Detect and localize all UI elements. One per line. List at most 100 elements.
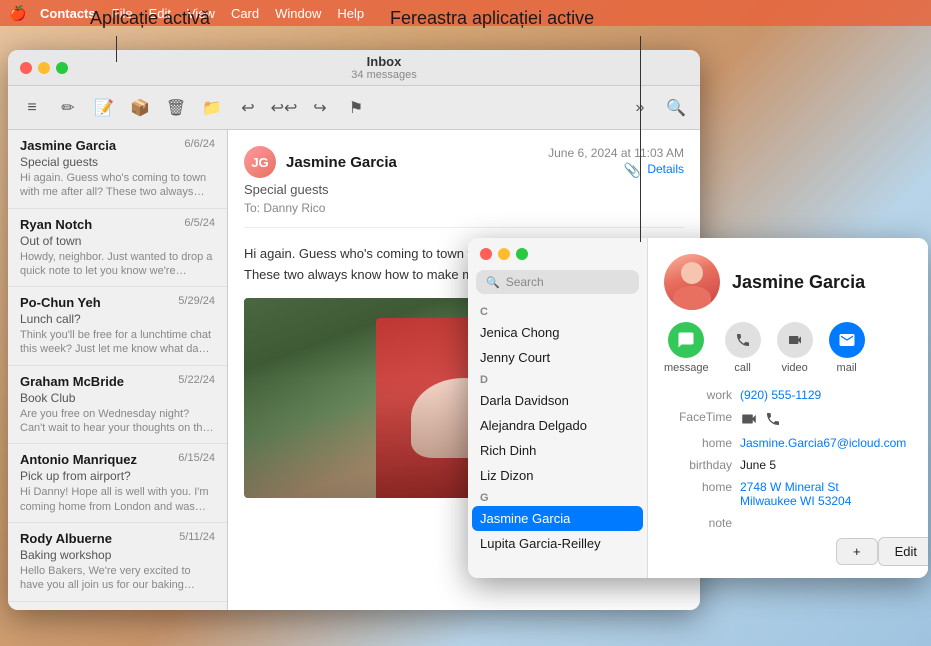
reply-all-icon[interactable]: ↩↩ bbox=[272, 96, 296, 120]
field-facetime-value[interactable] bbox=[740, 410, 912, 428]
inbox-title: Inbox bbox=[367, 54, 402, 69]
new-message-icon[interactable]: 📝 bbox=[92, 96, 116, 120]
sender-avatar: JG bbox=[244, 146, 276, 178]
call-icon bbox=[725, 322, 761, 358]
contacts-traffic-lights bbox=[468, 238, 647, 270]
menubar: 🍎 Contacts File Edit View Card Window He… bbox=[0, 0, 931, 26]
field-home-email: home Jasmine.Garcia67@icloud.com bbox=[664, 436, 912, 450]
inbox-subtitle: 34 messages bbox=[351, 69, 416, 81]
field-note: note bbox=[664, 516, 912, 530]
contacts-minimize-button[interactable] bbox=[498, 248, 510, 260]
contact-jasmine-garcia[interactable]: Jasmine Garcia bbox=[472, 506, 643, 531]
group-label-c: C bbox=[468, 302, 647, 320]
field-birthday-value: June 5 bbox=[740, 458, 912, 472]
mail-item-antonio[interactable]: Antonio Manriquez 6/15/24 Pick up from a… bbox=[8, 444, 227, 523]
mail-sidebar: Jasmine Garcia 6/6/24 Special guests Hi … bbox=[8, 130, 228, 610]
contact-jenny-court[interactable]: Jenny Court bbox=[468, 345, 647, 370]
field-facetime-label: FaceTime bbox=[664, 410, 732, 428]
field-home-address: home 2748 W Mineral St Milwaukee WI 5320… bbox=[664, 480, 912, 508]
contact-liz-dizon[interactable]: Liz Dizon bbox=[468, 463, 647, 488]
mail-titlebar: Inbox 34 messages bbox=[8, 50, 700, 86]
menu-help[interactable]: Help bbox=[329, 4, 372, 23]
menu-edit[interactable]: Edit bbox=[141, 4, 179, 23]
action-mail-label: mail bbox=[837, 362, 857, 374]
field-home-email-value[interactable]: Jasmine.Garcia67@icloud.com bbox=[740, 436, 912, 450]
folder-icon[interactable]: 📁 bbox=[200, 96, 224, 120]
mail-item-rody[interactable]: Rody Albuerne 5/11/24 Baking workshop He… bbox=[8, 523, 227, 602]
compose-icon[interactable]: ✏ bbox=[56, 96, 80, 120]
action-mail-btn[interactable]: mail bbox=[829, 322, 865, 374]
mail-item-jasmine[interactable]: Jasmine Garcia 6/6/24 Special guests Hi … bbox=[8, 130, 227, 209]
open-message-sender: Jasmine Garcia bbox=[286, 154, 397, 171]
archive-icon[interactable]: 📦 bbox=[128, 96, 152, 120]
field-home-address-value[interactable]: 2748 W Mineral St Milwaukee WI 53204 bbox=[740, 480, 912, 508]
flag-icon[interactable]: ⚑ bbox=[344, 96, 368, 120]
group-label-d: D bbox=[468, 370, 647, 388]
mail-item-pochun[interactable]: Po-Chun Yeh 5/29/24 Lunch call? Think yo… bbox=[8, 287, 227, 366]
mail-item-ryan[interactable]: Ryan Notch 6/5/24 Out of town Howdy, nei… bbox=[8, 209, 227, 288]
add-field-button[interactable]: + bbox=[836, 538, 878, 565]
more-icon[interactable]: » bbox=[628, 96, 652, 120]
contacts-window: 🔍 Search C Jenica Chong Jenny Court D Da… bbox=[468, 238, 928, 578]
search-placeholder: Search bbox=[506, 275, 544, 289]
group-label-g: G bbox=[468, 488, 647, 506]
mail-toolbar: ≡ ✏ 📝 📦 🗑 📁 ↩ ↩↩ ↪ ⚑ » 🔍 bbox=[8, 86, 700, 130]
video-icon bbox=[777, 322, 813, 358]
search-icon: 🔍 bbox=[486, 276, 500, 289]
contact-rich-dinh[interactable]: Rich Dinh bbox=[468, 438, 647, 463]
field-home-address-label: home bbox=[664, 480, 732, 508]
details-link[interactable]: Details bbox=[647, 162, 684, 179]
action-message-btn[interactable]: message bbox=[664, 322, 709, 374]
field-work-value[interactable]: (920) 555-1129 bbox=[740, 388, 912, 402]
field-facetime: FaceTime bbox=[664, 410, 912, 428]
contacts-search-bar[interactable]: 🔍 Search bbox=[476, 270, 639, 294]
action-video-label: video bbox=[781, 362, 807, 374]
mail-icon bbox=[829, 322, 865, 358]
message-icon bbox=[668, 322, 704, 358]
contact-avatar bbox=[664, 254, 720, 310]
contact-name: Jasmine Garcia bbox=[732, 272, 865, 293]
trash-icon[interactable]: 🗑 bbox=[164, 96, 188, 120]
action-call-label: call bbox=[734, 362, 751, 374]
minimize-button[interactable] bbox=[38, 62, 50, 74]
contacts-maximize-button[interactable] bbox=[516, 248, 528, 260]
contacts-list-panel: 🔍 Search C Jenica Chong Jenny Court D Da… bbox=[468, 238, 648, 578]
sidebar-toggle-icon[interactable]: ≡ bbox=[20, 96, 44, 120]
mail-content-header: JG Jasmine Garcia Special guests To: Dan… bbox=[244, 146, 684, 228]
mail-item-fleur[interactable]: Fleur Lasseur 5/10/24 Soccer jerseys Are… bbox=[8, 602, 227, 610]
field-home-email-label: home bbox=[664, 436, 732, 450]
edit-contact-button[interactable]: Edit bbox=[878, 537, 928, 566]
forward-icon[interactable]: ↪ bbox=[308, 96, 332, 120]
contact-detail-header: Jasmine Garcia bbox=[664, 254, 912, 310]
menu-card[interactable]: Card bbox=[223, 4, 267, 23]
attachment-icon: 📎 bbox=[624, 162, 641, 179]
menu-view[interactable]: View bbox=[179, 4, 223, 23]
field-note-label: note bbox=[664, 516, 732, 530]
contact-detail-panel: Jasmine Garcia message call video bbox=[648, 238, 928, 578]
contact-alejandra-delgado[interactable]: Alejandra Delgado bbox=[468, 413, 647, 438]
contact-jenica-chong[interactable]: Jenica Chong bbox=[468, 320, 647, 345]
field-birthday-label: birthday bbox=[664, 458, 732, 472]
close-button[interactable] bbox=[20, 62, 32, 74]
field-birthday: birthday June 5 bbox=[664, 458, 912, 472]
contact-lupita-garcia[interactable]: Lupita Garcia-Reilley bbox=[468, 531, 647, 556]
menu-file[interactable]: File bbox=[104, 4, 141, 23]
mail-item-graham[interactable]: Graham McBride 5/22/24 Book Club Are you… bbox=[8, 366, 227, 445]
contact-actions: message call video mail bbox=[664, 322, 912, 374]
traffic-lights bbox=[20, 62, 68, 74]
field-work: work (920) 555-1129 bbox=[664, 388, 912, 402]
menu-window[interactable]: Window bbox=[267, 4, 329, 23]
open-message-date: June 6, 2024 at 11:03 AM bbox=[548, 146, 684, 160]
search-icon[interactable]: 🔍 bbox=[664, 96, 688, 120]
action-message-label: message bbox=[664, 362, 709, 374]
action-video-btn[interactable]: video bbox=[777, 322, 813, 374]
apple-menu[interactable]: 🍎 bbox=[8, 3, 28, 23]
action-call-btn[interactable]: call bbox=[725, 322, 761, 374]
contacts-close-button[interactable] bbox=[480, 248, 492, 260]
contact-footer: + Edit bbox=[836, 537, 916, 566]
reply-icon[interactable]: ↩ bbox=[236, 96, 260, 120]
contact-darla-davidson[interactable]: Darla Davidson bbox=[468, 388, 647, 413]
open-message-subject: Special guests bbox=[244, 182, 397, 197]
menu-contacts[interactable]: Contacts bbox=[32, 4, 104, 23]
maximize-button[interactable] bbox=[56, 62, 68, 74]
